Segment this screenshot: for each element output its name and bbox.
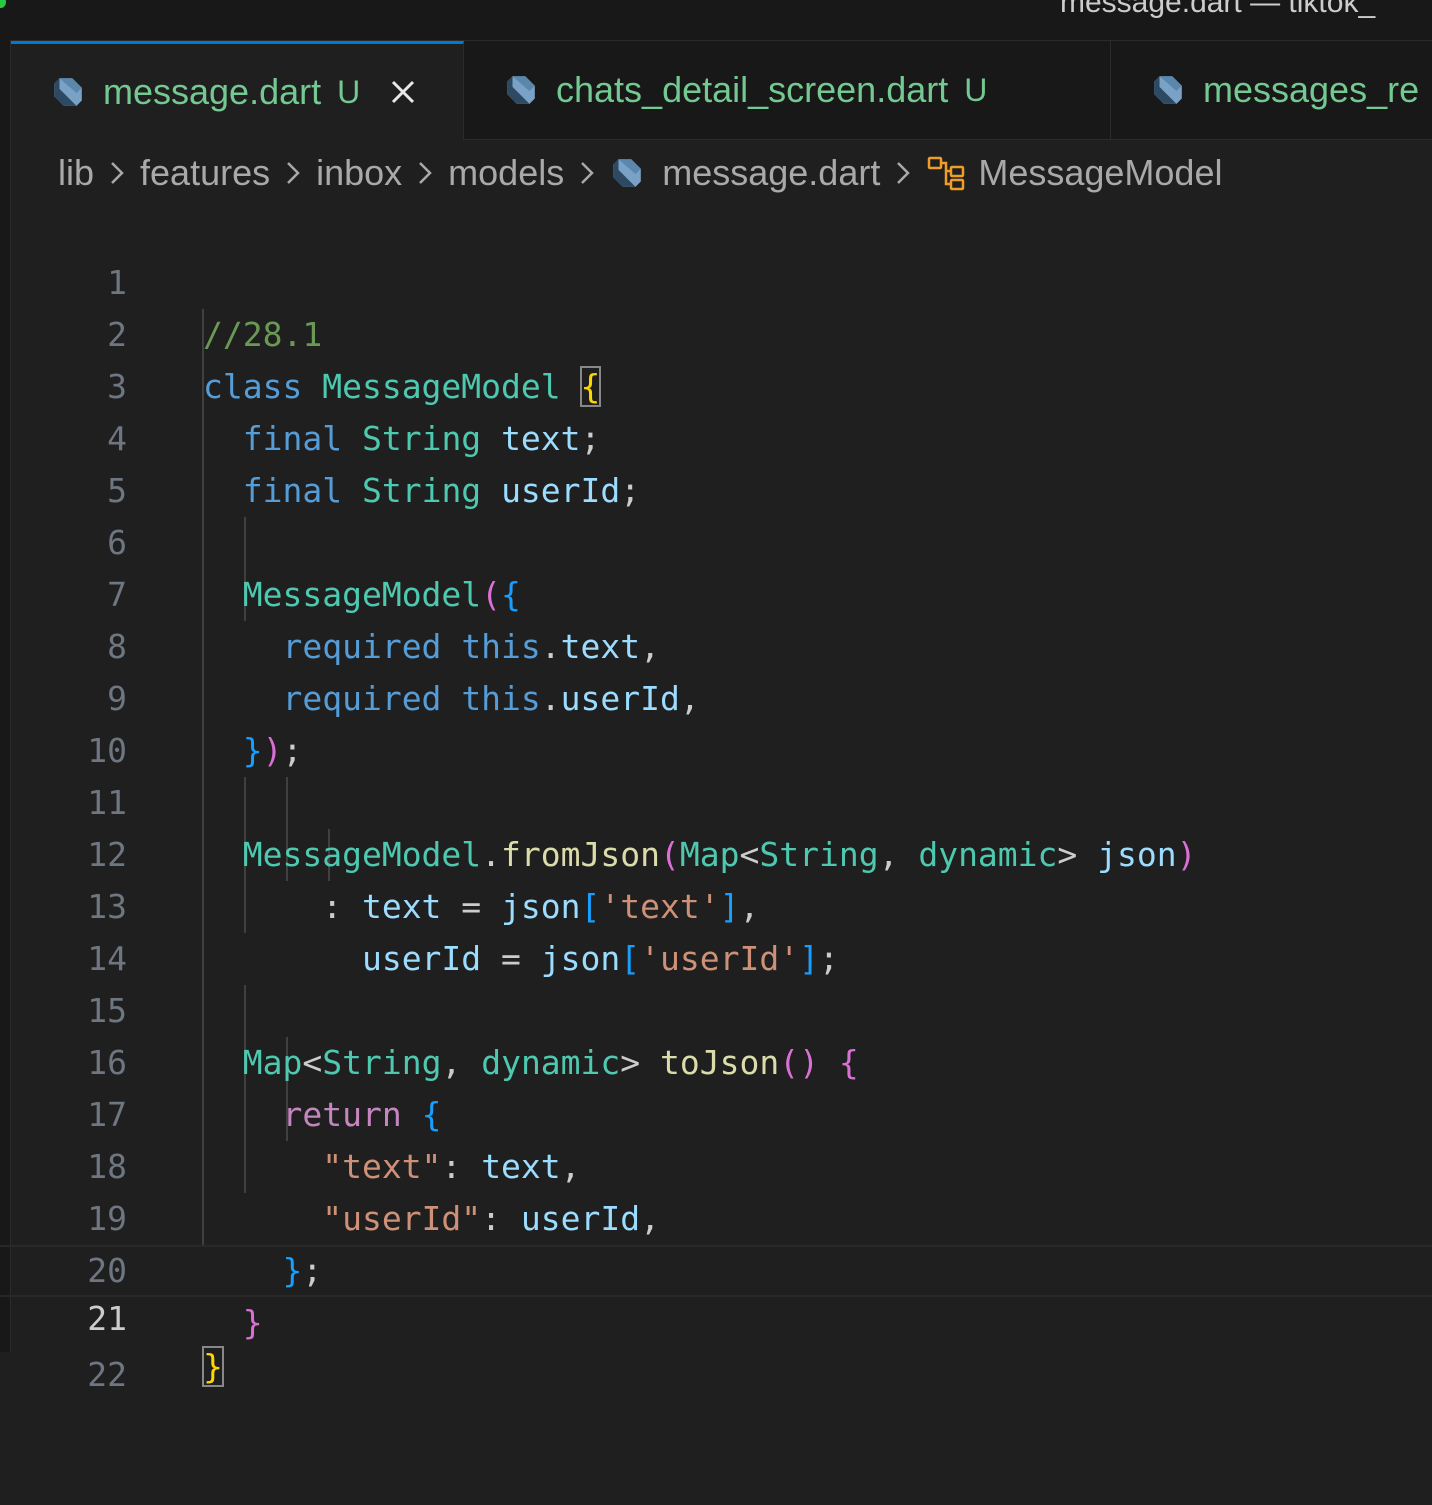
chevron-right-icon bbox=[581, 162, 595, 184]
title-bar: message.dart — tiktok_ bbox=[0, 0, 1432, 41]
code-line[interactable]: 10 bbox=[0, 673, 1432, 770]
code-line[interactable]: 11 MessageModel.fromJson(Map<String, dyn… bbox=[0, 725, 1432, 874]
code-line[interactable]: 22 bbox=[0, 1297, 1432, 1394]
breadcrumb-item-features[interactable]: features bbox=[140, 152, 270, 194]
tab-label: message.dart bbox=[103, 71, 322, 112]
code-line[interactable]: 14 bbox=[0, 881, 1432, 978]
dart-file-icon bbox=[507, 76, 535, 104]
tab-label: chats_detail_screen.dart bbox=[556, 69, 949, 110]
code-line[interactable]: 8 required this.userId, bbox=[0, 569, 1432, 718]
git-status-badge: U bbox=[964, 71, 988, 108]
editor-tab-bar: message.dart U chats_detail_screen.dart … bbox=[11, 41, 1432, 140]
tab-messages-repo[interactable]: messages_re bbox=[1111, 41, 1432, 139]
chevron-right-icon bbox=[111, 162, 124, 184]
code-text: } bbox=[202, 1346, 224, 1387]
code-line[interactable]: 7 required this.text, bbox=[0, 517, 1432, 666]
code-line[interactable]: 19 }; bbox=[0, 1141, 1432, 1290]
window-close-dot[interactable] bbox=[0, 0, 6, 8]
line-number[interactable]: 22 bbox=[0, 1349, 127, 1401]
code-line[interactable]: 16 return { bbox=[0, 985, 1432, 1134]
code-line[interactable]: 9 }); bbox=[0, 621, 1432, 770]
dart-file-icon bbox=[613, 159, 642, 187]
breadcrumb-item-models[interactable]: models bbox=[448, 152, 564, 194]
class-symbol-icon bbox=[928, 156, 965, 191]
breadcrumb-item-inbox[interactable]: inbox bbox=[316, 152, 402, 194]
code-line[interactable]: 3 final String text; bbox=[0, 309, 1432, 458]
close-icon[interactable] bbox=[388, 77, 418, 107]
code-line-current[interactable]: 21 } bbox=[0, 1245, 1432, 1387]
chevron-right-icon bbox=[897, 162, 911, 184]
git-status-badge: U bbox=[337, 73, 361, 110]
code-line[interactable]: 5 bbox=[0, 413, 1432, 510]
code-line[interactable]: 13 userId = json['userId']; bbox=[0, 829, 1432, 978]
code-line[interactable]: 12 : text = json['text'], bbox=[0, 777, 1432, 926]
tab-chats-detail-screen-dart[interactable]: chats_detail_screen.dart U bbox=[464, 41, 1111, 139]
window-title: message.dart — tiktok_ bbox=[1060, 0, 1376, 19]
breadcrumb: lib features inbox models message.dart M… bbox=[58, 148, 1222, 198]
code-line[interactable]: 15 Map<String, dynamic> toJson() { bbox=[0, 933, 1432, 1082]
chevron-right-icon bbox=[419, 162, 432, 184]
breadcrumb-item-lib[interactable]: lib bbox=[58, 152, 94, 194]
breadcrumb-item-symbol[interactable]: MessageModel bbox=[978, 152, 1222, 194]
code-line[interactable]: 17 "text": text, bbox=[0, 1037, 1432, 1186]
code-line[interactable]: 20 } bbox=[0, 1193, 1432, 1342]
chevron-right-icon bbox=[287, 162, 300, 184]
tab-label: messages_re bbox=[1203, 69, 1420, 110]
code-line[interactable]: 1 //28.1 bbox=[0, 205, 1432, 354]
dart-file-icon bbox=[1154, 76, 1182, 104]
dart-file-icon bbox=[54, 78, 82, 106]
code-line[interactable]: 4 final String userId; bbox=[0, 361, 1432, 510]
tab-message-dart[interactable]: message.dart U bbox=[11, 41, 464, 140]
breadcrumb-item-file[interactable]: message.dart bbox=[662, 152, 880, 194]
code-line[interactable]: 2 class MessageModel { bbox=[0, 257, 1432, 407]
code-line[interactable]: 18 "userId": userId, bbox=[0, 1089, 1432, 1238]
code-line[interactable]: 6 MessageModel({ bbox=[0, 465, 1432, 614]
